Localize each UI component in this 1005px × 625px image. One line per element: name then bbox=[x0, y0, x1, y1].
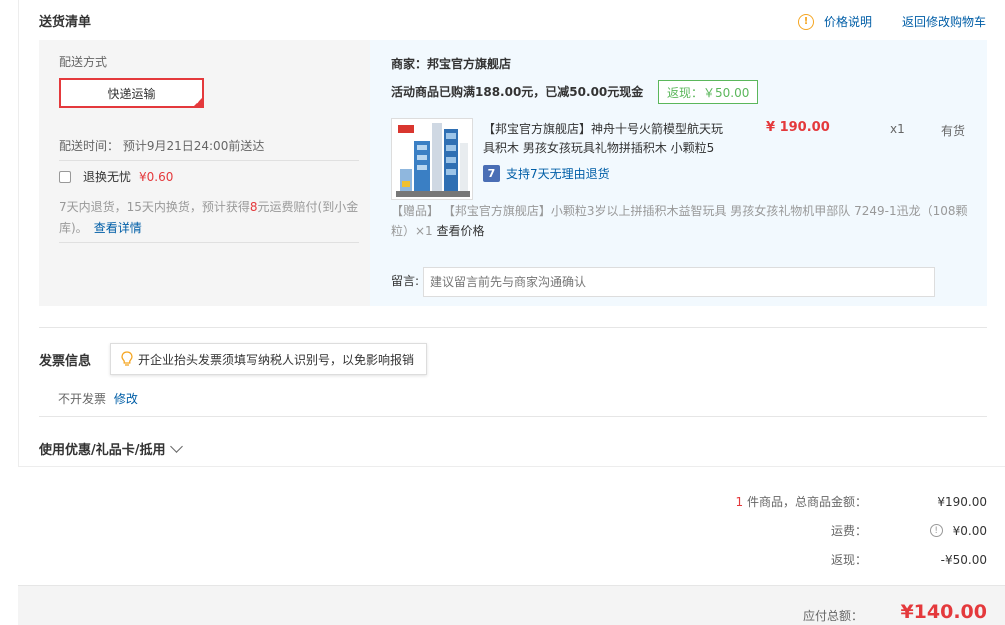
summary-freight-row: 运费： ! ¥0.00 bbox=[717, 522, 987, 539]
return-policy-label: 支持7天无理由退货 bbox=[506, 167, 610, 181]
rocket-tower-image bbox=[392, 119, 472, 199]
shop-name: 商家：邦宝官方旗舰店 bbox=[391, 57, 512, 71]
invoice-value-text: 不开发票 bbox=[58, 392, 107, 406]
divider bbox=[59, 242, 359, 243]
coupon-label: 使用优惠/礼品卡/抵用 bbox=[39, 443, 166, 458]
summary-goods-row: 1 件商品，总商品金额： ¥190.00 bbox=[717, 493, 987, 510]
product-stock: 有货 bbox=[941, 124, 966, 138]
insurance-desc-number: 8 bbox=[249, 200, 258, 214]
lightbulb-icon bbox=[121, 351, 133, 366]
price-note-link[interactable]: ! 价格说明 bbox=[798, 13, 872, 30]
back-to-cart-link[interactable]: 返回修改购物车 bbox=[902, 13, 986, 30]
product-thumbnail[interactable] bbox=[391, 118, 473, 200]
delivery-time: 配送时间： 预计9月21日24:00前送达 bbox=[59, 137, 264, 154]
freight-value: ¥0.00 bbox=[952, 523, 987, 538]
invoice-edit-link[interactable]: 修改 bbox=[114, 392, 138, 406]
product-quantity: x1 bbox=[890, 122, 905, 136]
total-value: ¥140.00 bbox=[900, 601, 987, 623]
total-label: 应付总额： bbox=[802, 609, 863, 623]
shipping-label: 配送方式 bbox=[59, 55, 108, 69]
goods-total-value: ¥190.00 bbox=[937, 494, 987, 509]
insurance-desc-text: 7天内退货，15天内换货，预计获得 bbox=[59, 200, 250, 214]
delivery-time-label: 配送时间： bbox=[59, 139, 120, 153]
check-icon: ✓ bbox=[195, 97, 202, 106]
warning-icon: ! bbox=[798, 13, 814, 30]
delivery-time-value: 预计9月21日24:00前送达 bbox=[122, 139, 265, 153]
return-policy-link[interactable]: 7 支持7天无理由退货 bbox=[483, 165, 610, 182]
promo-text: 活动商品已购满188.00元，已减50.00元现金 bbox=[391, 85, 644, 99]
divider bbox=[59, 160, 359, 161]
summary-cashback-row: 返现： -¥50.00 bbox=[717, 551, 987, 568]
insurance-fee: ¥0.60 bbox=[139, 169, 174, 184]
cashback-value: -¥50.00 bbox=[940, 552, 987, 567]
express-label: 快递运输 bbox=[107, 86, 156, 101]
insurance-details-link[interactable]: 查看详情 bbox=[94, 221, 142, 235]
express-shipping-option[interactable]: 快递运输 ✓ bbox=[59, 78, 204, 108]
shipping-box: 配送方式 快递运输 ✓ 配送时间： 预计9月21日24:00前送达 退换无忧 ¥… bbox=[39, 40, 370, 306]
invoice-tip: 开企业抬头发票须填写纳税人识别号，以免影响报销 bbox=[110, 343, 428, 375]
total-bar: 应付总额： ¥140.00 bbox=[18, 585, 1005, 625]
section-title: 送货清单 bbox=[39, 15, 92, 30]
invoice-title: 发票信息 bbox=[39, 354, 92, 369]
gift-price-link[interactable]: 查看价格 bbox=[437, 224, 485, 238]
cashback-tag: 返现：￥50.00 bbox=[658, 80, 759, 104]
info-icon[interactable]: ! bbox=[929, 524, 943, 537]
product-price: ¥ 190.00 bbox=[766, 120, 830, 135]
insurance-option: 退换无忧 ¥0.60 bbox=[59, 168, 173, 185]
coupon-toggle[interactable]: 使用优惠/礼品卡/抵用 bbox=[39, 439, 183, 458]
message-input[interactable] bbox=[423, 267, 935, 297]
product-name[interactable]: 【邦宝官方旗舰店】神舟十号火箭模型航天玩具积木 男孩女孩玩具礼物拼插积木 小颗粒… bbox=[483, 120, 733, 158]
chevron-down-icon bbox=[169, 439, 183, 453]
insurance-checkbox[interactable] bbox=[59, 170, 71, 183]
divider bbox=[39, 327, 987, 328]
order-items-box: 商家：邦宝官方旗舰店 活动商品已购满188.00元，已减50.00元现金 返现：… bbox=[370, 40, 987, 306]
invoice-value: 不开发票 修改 bbox=[58, 390, 138, 407]
insurance-description: 7天内退货，15天内换货，预计获得8元运费赔付(到小金库)。 查看详情 bbox=[59, 197, 359, 239]
item-count: 1 bbox=[735, 495, 744, 509]
price-note-label: 价格说明 bbox=[824, 15, 873, 29]
goods-total-label: 件商品，总商品金额： bbox=[746, 495, 867, 509]
gift-item: 【赠品】 【邦宝官方旗舰店】小颗粒3岁以上拼插积木益智玩具 男孩女孩礼物机甲部队… bbox=[391, 201, 971, 241]
cashback-label: 返现： bbox=[830, 553, 867, 567]
freight-label: 运费： bbox=[830, 524, 867, 538]
seven-day-return-icon: 7 bbox=[483, 165, 500, 182]
insurance-label: 退换无忧 bbox=[83, 170, 132, 184]
divider bbox=[39, 416, 987, 417]
message-label: 留言: bbox=[391, 274, 420, 288]
invoice-tip-text: 开企业抬头发票须填写纳税人识别号，以免影响报销 bbox=[138, 352, 415, 367]
